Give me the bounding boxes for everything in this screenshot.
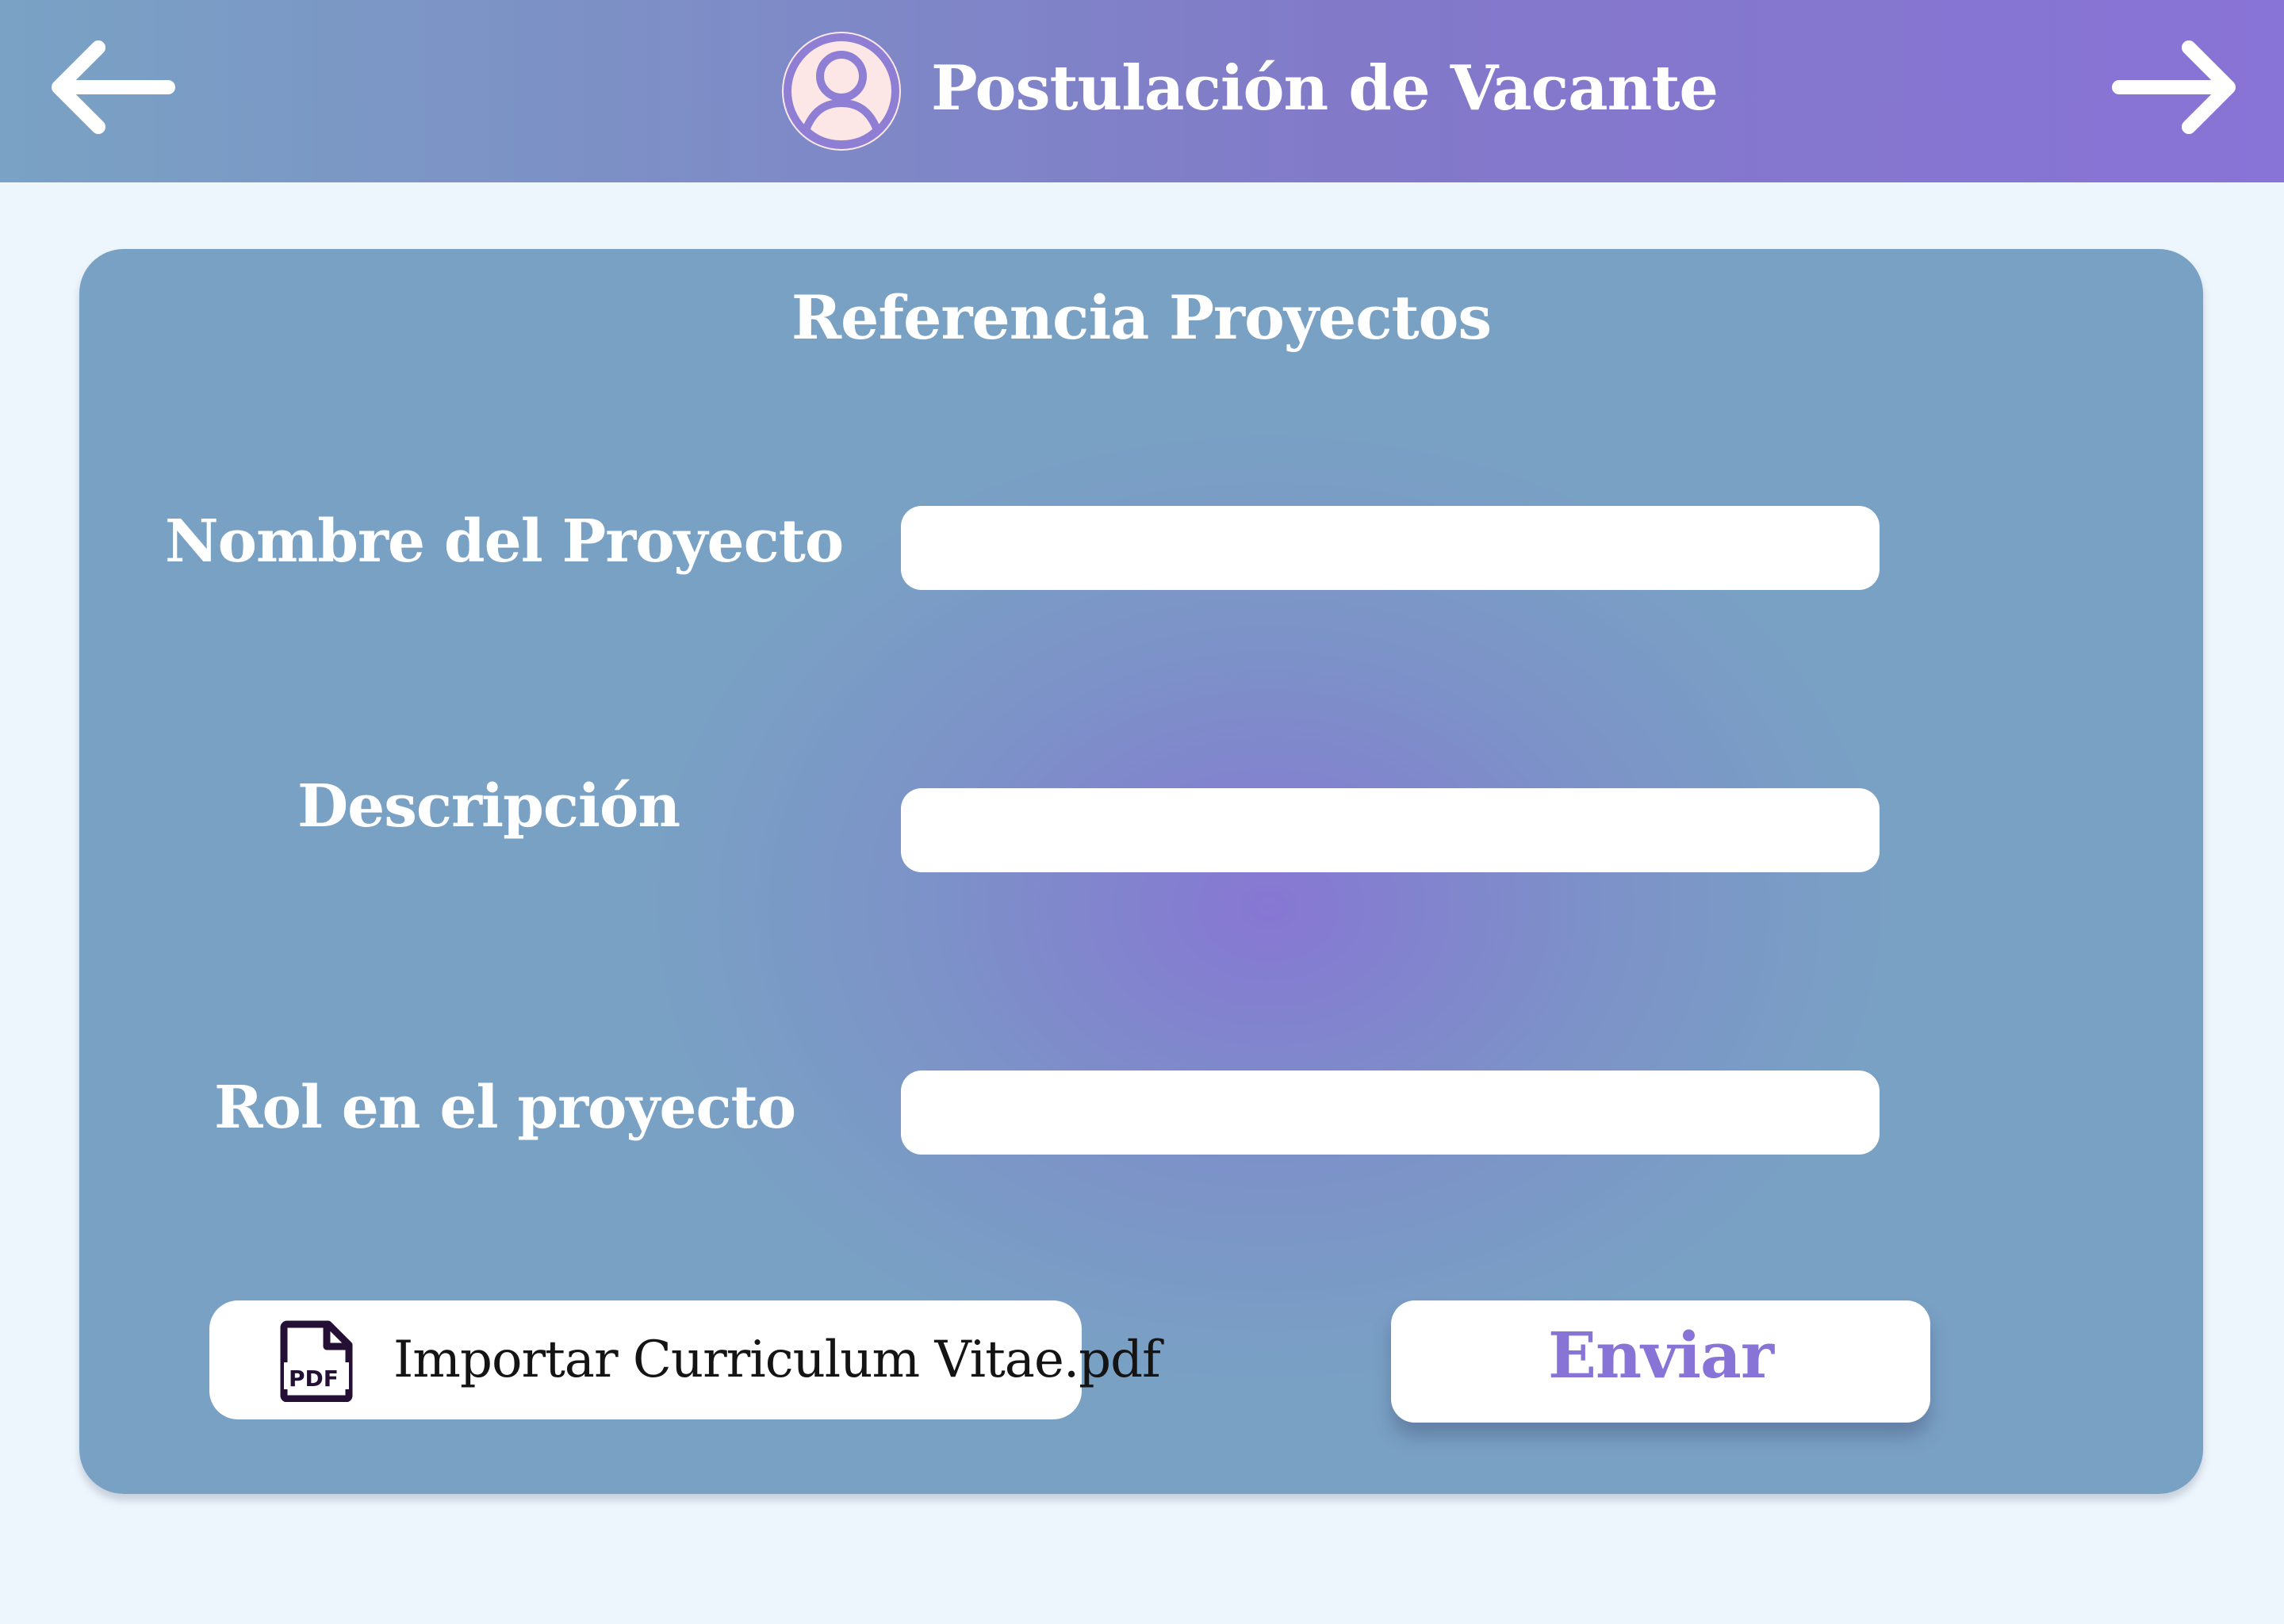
submit-button[interactable]: Enviar [1391,1300,1930,1423]
forward-button[interactable] [2110,32,2244,143]
project-role-input[interactable] [901,1071,1880,1155]
description-label: Descripción [297,772,680,841]
arrow-left-icon [52,40,175,134]
import-cv-label: Importar Curriculum Vitae.pdf [393,1331,1161,1389]
submit-label: Enviar [1548,1318,1774,1392]
app-header: Postulación de Vacante [0,0,2284,182]
user-avatar-icon [784,33,899,149]
project-reference-form: Referencia Proyectos Nombre del Proyecto… [79,249,2203,1494]
svg-text:PDF: PDF [289,1365,339,1392]
import-cv-button[interactable]: PDF Importar Curriculum Vitae.pdf [209,1300,1161,1419]
project-name-input[interactable] [901,506,1880,590]
project-role-label: Rol en el proyecto [214,1074,796,1142]
back-button[interactable] [43,32,178,143]
pdf-file-icon: PDF [280,1320,353,1402]
form-title: Referencia Proyectos [791,282,1492,353]
description-input[interactable] [901,788,1880,872]
avatar[interactable] [782,32,901,151]
arrow-right-icon [2112,40,2236,134]
page-title: Postulación de Vacante [931,52,1719,124]
project-name-label: Nombre del Proyecto [165,508,844,576]
